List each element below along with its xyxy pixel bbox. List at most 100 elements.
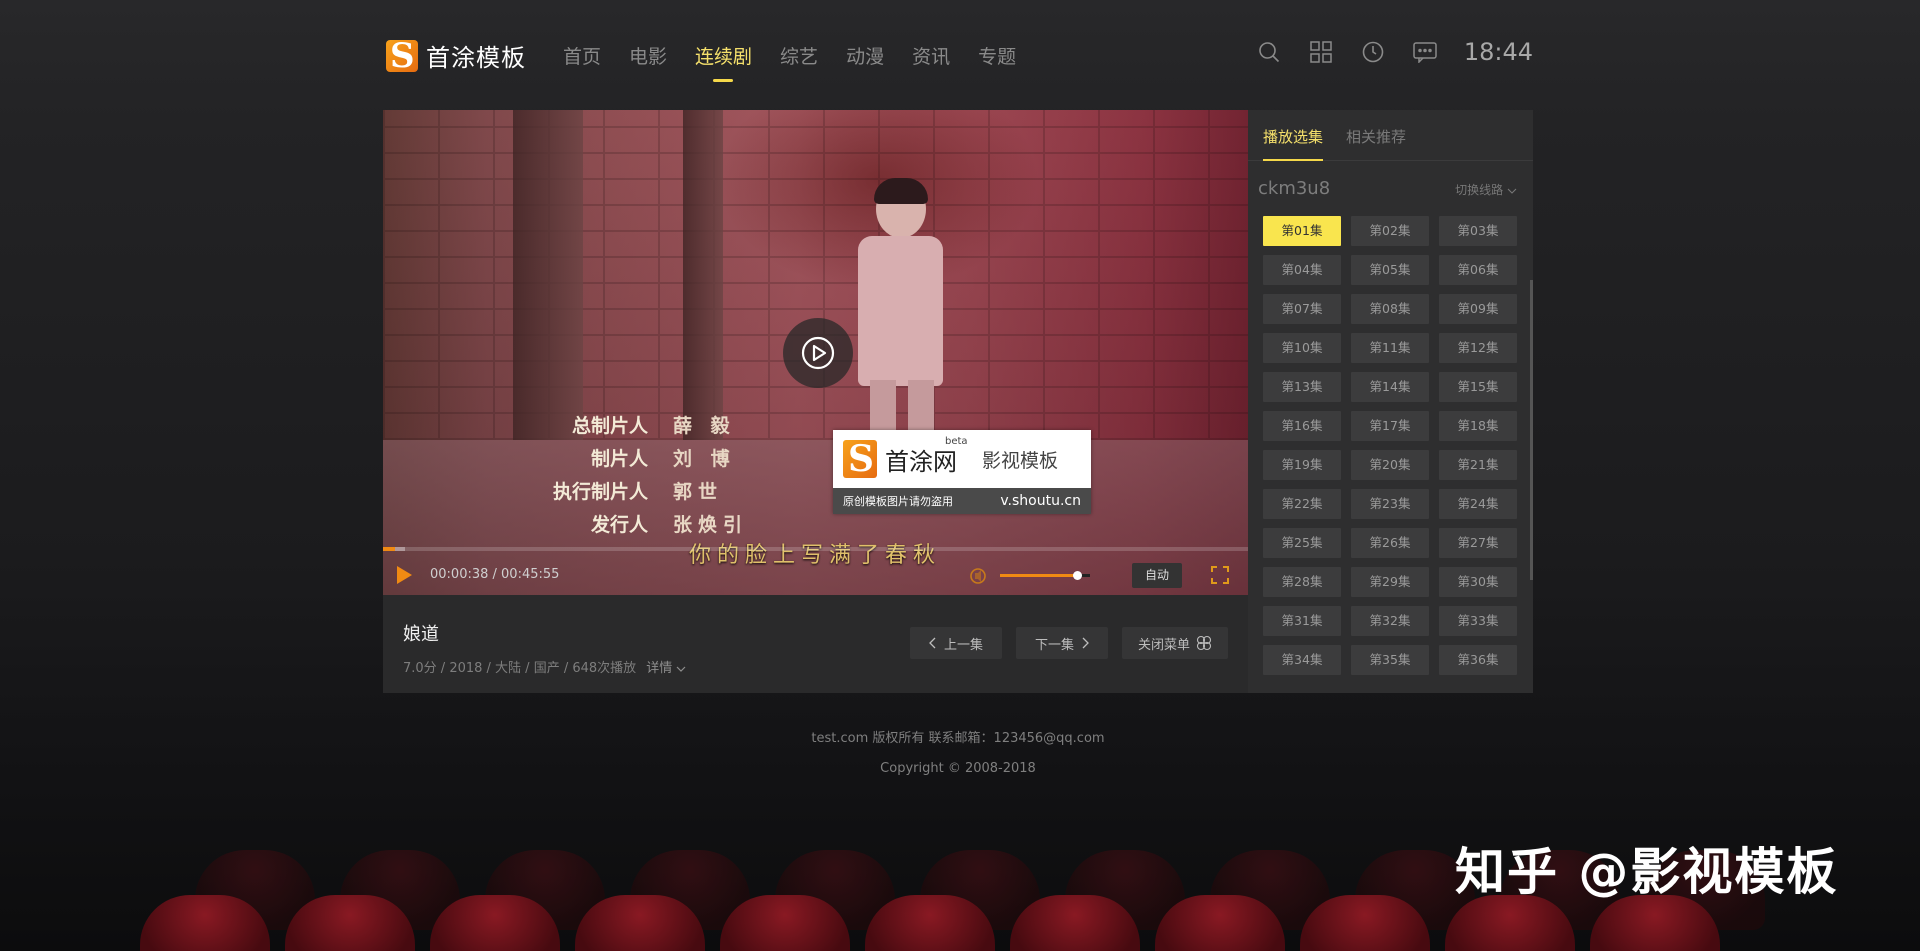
next-episode-button[interactable]: 下一集	[1016, 627, 1108, 659]
nav-item-anime[interactable]: 动漫	[846, 40, 884, 74]
flower-menu-icon	[1196, 635, 1212, 651]
episode-button[interactable]: 第24集	[1439, 489, 1517, 519]
close-menu-button[interactable]: 关闭菜单	[1122, 627, 1228, 659]
logo-letter: S	[390, 39, 415, 72]
nav-item-home[interactable]: 首页	[563, 40, 601, 74]
volume-knob[interactable]	[1072, 571, 1082, 580]
tab-recommended[interactable]: 相关推荐	[1346, 126, 1406, 147]
page: S 首涂模板 首页 电影 连续剧 综艺 动漫 资讯 专题 18:44 总制片人 …	[0, 0, 1920, 951]
watermark-banner: S 首涂网 beta 影视模板 原创模板图片请勿盗用 v.shoutu.cn	[833, 430, 1091, 514]
main-nav: 首页 电影 连续剧 综艺 动漫 资讯 专题	[563, 40, 1044, 82]
source-header: ckm3u8 切换线路	[1248, 161, 1533, 209]
progress-bar[interactable]	[383, 547, 1248, 551]
episode-button[interactable]: 第34集	[1263, 645, 1341, 675]
episode-button[interactable]: 第03集	[1439, 216, 1517, 246]
credit-role: 总制片人	[571, 415, 648, 437]
episode-button[interactable]: 第10集	[1263, 333, 1341, 363]
credit-name: 郭世	[673, 481, 724, 503]
episode-button[interactable]: 第28集	[1263, 567, 1341, 597]
credit-role: 发行人	[590, 514, 648, 536]
video-player[interactable]: 总制片人薛 毅 制片人刘 博 执行制片人 郭世 发行人 张焕引 你的脸上写满了春秋 …	[383, 110, 1248, 595]
episode-button[interactable]: 第32集	[1351, 606, 1429, 636]
episode-button[interactable]: 第07集	[1263, 294, 1341, 324]
quality-auto-button[interactable]: 自动	[1132, 563, 1182, 588]
switch-source-label: 切换线路	[1455, 183, 1504, 197]
switch-source-button[interactable]: 切换线路	[1455, 181, 1517, 198]
play-icon	[397, 566, 412, 584]
volume-slider[interactable]	[1000, 571, 1090, 580]
nav-item-variety[interactable]: 综艺	[780, 40, 818, 74]
big-play-button[interactable]	[783, 318, 853, 388]
chevron-right-icon	[1082, 637, 1089, 649]
episode-button[interactable]: 第05集	[1351, 255, 1429, 285]
episode-button[interactable]: 第33集	[1439, 606, 1517, 636]
grid-menu-icon[interactable]	[1308, 39, 1334, 65]
episode-button[interactable]: 第36集	[1439, 645, 1517, 675]
footer-copyright-line: test.com 版权所有 联系邮箱：123456@qq.com	[811, 731, 1105, 746]
message-icon[interactable]	[1412, 39, 1438, 65]
sidebar-scrollbar[interactable]	[1530, 280, 1533, 580]
episode-button[interactable]: 第29集	[1351, 567, 1429, 597]
play-pause-button[interactable]	[395, 565, 413, 589]
history-clock-icon[interactable]	[1360, 39, 1386, 65]
search-icon[interactable]	[1256, 39, 1282, 65]
episode-button[interactable]: 第17集	[1351, 411, 1429, 441]
nav-item-news[interactable]: 资讯	[912, 40, 950, 74]
time-display: 00:00:38 / 00:45:55	[430, 567, 560, 582]
site-logo[interactable]: S 首涂模板	[386, 38, 526, 73]
episode-button[interactable]: 第16集	[1263, 411, 1341, 441]
episode-button[interactable]: 第25集	[1263, 528, 1341, 558]
header: S 首涂模板 首页 电影 连续剧 综艺 动漫 资讯 专题 18:44	[383, 30, 1533, 82]
video-pillar	[513, 110, 583, 440]
footer-years: Copyright © 2008-2018	[880, 761, 1036, 776]
fullscreen-icon[interactable]	[1211, 566, 1229, 588]
next-label: 下一集	[1034, 637, 1074, 653]
volume-icon[interactable]	[968, 566, 988, 590]
zhihu-watermark: 知乎 @影视模板	[1455, 843, 1839, 901]
episode-button[interactable]: 第12集	[1439, 333, 1517, 363]
watermark-logo-mark: S	[843, 440, 877, 478]
episode-button[interactable]: 第06集	[1439, 255, 1517, 285]
episode-button[interactable]: 第01集	[1263, 216, 1341, 246]
episode-button[interactable]: 第22集	[1263, 489, 1341, 519]
episode-sidebar: 播放选集 相关推荐 ckm3u8 切换线路 第01集 第02集 第03集 第04集 第0…	[1248, 110, 1533, 693]
credit-role: 制片人	[590, 448, 648, 470]
credit-name: 薛 毅	[673, 415, 736, 437]
episode-button[interactable]: 第21集	[1439, 450, 1517, 480]
episode-button[interactable]: 第19集	[1263, 450, 1341, 480]
clock-time: 18:44	[1463, 38, 1533, 66]
video-meta: 7.0分 / 2018 / 大陆 / 国产 / 648次播放 详情	[403, 657, 686, 676]
chevron-left-icon	[929, 637, 936, 649]
tab-episodes[interactable]: 播放选集	[1263, 126, 1324, 161]
episode-button[interactable]: 第18集	[1439, 411, 1517, 441]
episode-button[interactable]: 第02集	[1351, 216, 1429, 246]
episode-button[interactable]: 第13集	[1263, 372, 1341, 402]
details-toggle[interactable]: 详情	[646, 661, 686, 676]
episode-button[interactable]: 第30集	[1439, 567, 1517, 597]
episode-button[interactable]: 第04集	[1263, 255, 1341, 285]
footer: test.com 版权所有 联系邮箱：123456@qq.com Copyrig…	[383, 724, 1533, 784]
episode-button[interactable]: 第26集	[1351, 528, 1429, 558]
episode-button[interactable]: 第23集	[1351, 489, 1429, 519]
episode-button[interactable]: 第14集	[1351, 372, 1429, 402]
chevron-down-icon	[1507, 188, 1517, 194]
nav-item-topics[interactable]: 专题	[978, 40, 1016, 74]
logo-mark: S	[386, 39, 418, 72]
episode-button[interactable]: 第35集	[1351, 645, 1429, 675]
video-info-bar: 娘道 7.0分 / 2018 / 大陆 / 国产 / 648次播放 详情 上一集…	[383, 595, 1248, 693]
episode-button[interactable]: 第11集	[1351, 333, 1429, 363]
episode-button[interactable]: 第15集	[1439, 372, 1517, 402]
episode-button[interactable]: 第08集	[1351, 294, 1429, 324]
watermark-slogan: 影视模板	[982, 449, 1059, 472]
episode-button[interactable]: 第20集	[1351, 450, 1429, 480]
logo-text: 首涂模板	[426, 44, 526, 72]
prev-episode-button[interactable]: 上一集	[910, 627, 1002, 659]
episode-button[interactable]: 第09集	[1439, 294, 1517, 324]
chevron-down-icon	[677, 666, 686, 672]
nav-item-movies[interactable]: 电影	[629, 40, 667, 74]
sidebar-tabs: 播放选集 相关推荐	[1248, 110, 1533, 161]
episode-button[interactable]: 第31集	[1263, 606, 1341, 636]
episode-button[interactable]: 第27集	[1439, 528, 1517, 558]
credit-name: 刘 博	[673, 448, 736, 470]
nav-item-series[interactable]: 连续剧	[695, 40, 752, 82]
